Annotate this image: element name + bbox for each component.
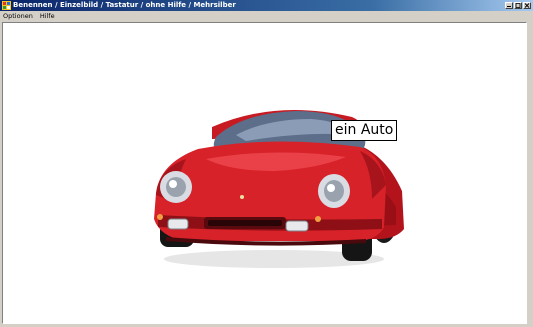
- title-bar[interactable]: Benennen / Einzelbild / Tastatur / ohne …: [0, 0, 533, 11]
- app-icon[interactable]: [2, 1, 11, 10]
- close-icon: [524, 3, 530, 8]
- menu-bar: Optionen Hilfe: [0, 11, 533, 21]
- close-button[interactable]: [523, 2, 531, 9]
- image-label: ein Auto: [331, 120, 398, 141]
- maximize-icon: [515, 3, 521, 8]
- application-window: Benennen / Einzelbild / Tastatur / ohne …: [0, 0, 533, 327]
- menu-hilfe[interactable]: Hilfe: [37, 11, 59, 21]
- minimize-icon: [507, 6, 511, 7]
- menu-optionen[interactable]: Optionen: [0, 11, 37, 21]
- window-title: Benennen / Einzelbild / Tastatur / ohne …: [13, 1, 236, 9]
- window-controls: [505, 2, 531, 9]
- maximize-button[interactable]: [514, 2, 522, 9]
- minimize-button[interactable]: [505, 2, 513, 9]
- content-area: ein Auto: [2, 22, 527, 324]
